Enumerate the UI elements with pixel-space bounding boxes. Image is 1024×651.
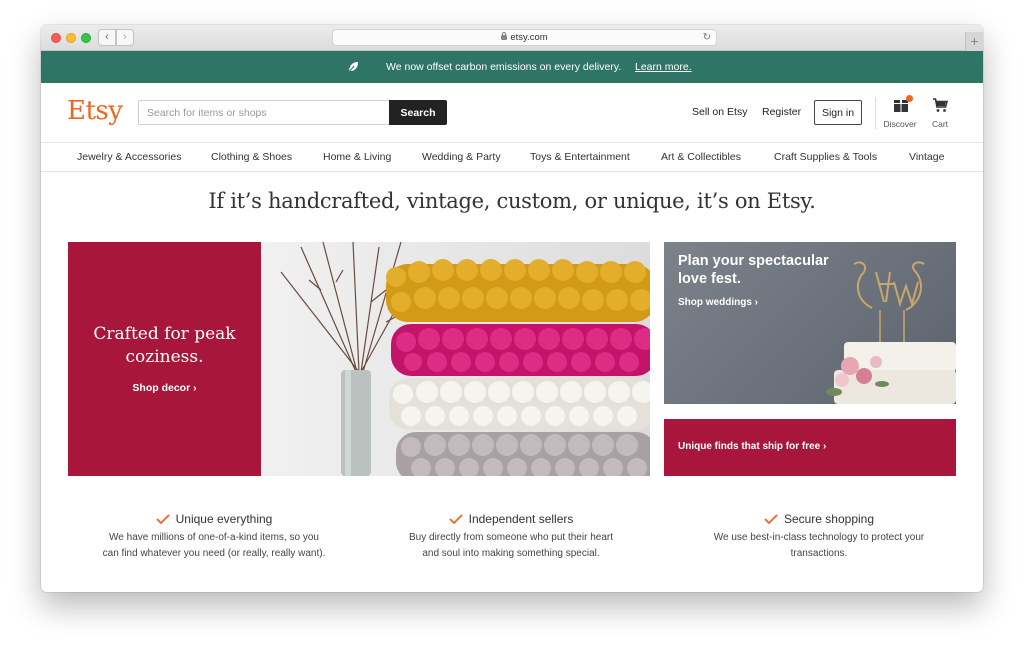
category-craft[interactable]: Craft Supplies & Tools [774, 151, 877, 163]
carbon-banner: We now offset carbon emissions on every … [41, 51, 983, 83]
hero-panel[interactable]: Crafted for peak coziness. Shop decor › [68, 242, 261, 476]
hero-title-line2: coziness. [125, 347, 204, 367]
value-prop-desc-line: We have millions of one-of-a-kind items,… [109, 532, 319, 543]
lock-icon [501, 32, 508, 40]
back-button[interactable]: ‹ [98, 29, 116, 46]
wedding-card-title: Plan your spectacular love fest. [678, 253, 829, 287]
shop-weddings-link[interactable]: Shop weddings › [678, 297, 758, 308]
value-prop-desc-line: transactions. [790, 548, 848, 559]
category-home[interactable]: Home & Living [323, 151, 391, 163]
cart-icon [933, 98, 948, 112]
sell-on-etsy-link[interactable]: Sell on Etsy [692, 106, 747, 118]
value-prop-title: Independent sellers [468, 512, 574, 526]
banner-text: We now offset carbon emissions on every … [386, 61, 622, 73]
category-vintage[interactable]: Vintage [909, 151, 944, 163]
search-button[interactable]: Search [389, 100, 447, 125]
value-prop-sellers: Independent sellers Buy directly from so… [371, 512, 651, 562]
header-divider [875, 97, 876, 129]
shop-decor-link[interactable]: Shop decor › [68, 382, 261, 394]
window-maximize-button[interactable] [81, 33, 91, 43]
address-bar[interactable]: etsy.com ↻ [332, 29, 717, 46]
url-text: etsy.com [510, 32, 548, 43]
value-prop-desc: We use best-in-class technology to prote… [679, 530, 959, 562]
value-prop-desc: Buy directly from someone who put their … [371, 530, 651, 562]
category-clothing[interactable]: Clothing & Shoes [211, 151, 292, 163]
browser-window: ‹ › etsy.com ↻ + We now offset carbon em… [41, 25, 983, 592]
window-minimize-button[interactable] [66, 33, 76, 43]
browser-toolbar: ‹ › etsy.com ↻ + [41, 25, 983, 51]
checkmark-icon [448, 514, 463, 524]
checkmark-icon [764, 514, 778, 524]
hero-blankets-image[interactable] [261, 242, 650, 476]
category-art[interactable]: Art & Collectibles [661, 151, 741, 163]
search-input[interactable] [138, 100, 390, 125]
cart-button[interactable]: Cart [926, 95, 954, 131]
value-prop-desc-line: We use best-in-class technology to prote… [713, 532, 925, 543]
page-headline: If it’s handcrafted, vintage, custom, or… [208, 189, 816, 213]
reload-icon[interactable]: ↻ [703, 30, 711, 45]
wedding-card[interactable]: Plan your spectacular love fest. Shop we… [664, 242, 956, 404]
etsy-logo[interactable]: Etsy [67, 96, 123, 126]
category-toys[interactable]: Toys & Entertainment [530, 151, 630, 163]
value-prop-desc: We have millions of one-of-a-kind items,… [74, 530, 354, 562]
value-prop-desc-line: and soul into making something special. [422, 548, 600, 559]
leaf-icon [348, 62, 358, 73]
category-jewelry[interactable]: Jewelry & Accessories [77, 151, 181, 163]
knit-blankets-illustration [261, 242, 650, 476]
discover-label: Discover [883, 119, 917, 129]
value-prop-desc-line: can find whatever you need (or really, r… [102, 548, 326, 559]
value-prop-secure: Secure shopping We use best-in-class tec… [679, 512, 959, 562]
register-link[interactable]: Register [762, 106, 801, 118]
category-nav: Jewelry & Accessories Clothing & Shoes H… [41, 142, 983, 172]
discover-button[interactable]: Discover [879, 95, 921, 131]
hero-title: Crafted for peak coziness. [68, 323, 261, 369]
value-prop-title: Secure shopping [783, 512, 875, 526]
free-shipping-link[interactable]: Unique finds that ship for free › [678, 441, 826, 452]
free-shipping-card[interactable]: Unique finds that ship for free › [664, 419, 956, 476]
cart-label: Cart [931, 119, 949, 129]
hero-title-line1: Crafted for peak [93, 324, 236, 344]
forward-button[interactable]: › [116, 29, 134, 46]
new-tab-button[interactable]: + [965, 32, 983, 51]
learn-more-link[interactable]: Learn more. [635, 51, 692, 83]
value-prop-unique: Unique everything We have millions of on… [74, 512, 354, 562]
value-prop-title: Unique everything [175, 512, 273, 526]
window-close-button[interactable] [51, 33, 61, 43]
sign-in-button[interactable]: Sign in [814, 100, 862, 125]
category-wedding[interactable]: Wedding & Party [422, 151, 501, 163]
value-prop-desc-line: Buy directly from someone who put their … [409, 532, 613, 543]
checkmark-icon [155, 514, 170, 524]
notification-dot [906, 95, 913, 102]
